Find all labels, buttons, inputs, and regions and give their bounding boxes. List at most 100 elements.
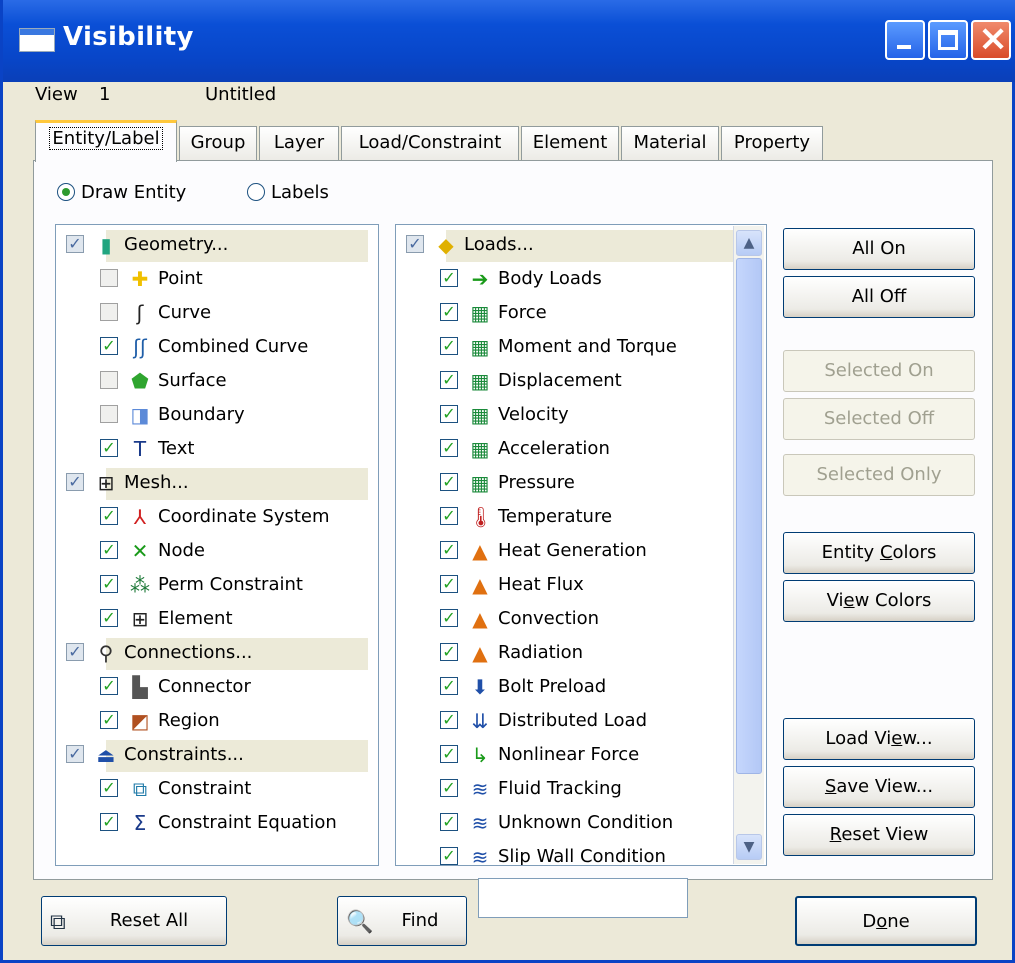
view-colors-button[interactable]: View Colors (783, 580, 975, 622)
reset-view-button[interactable]: Reset View (783, 814, 975, 856)
all-on-button[interactable]: All On (783, 228, 975, 270)
checkbox[interactable]: ✓ (440, 405, 458, 423)
checkbox[interactable]: ✓ (440, 473, 458, 491)
maximize-button[interactable] (928, 20, 968, 60)
entity-item[interactable]: ✓ ⊞ Element (56, 603, 378, 637)
minimize-button[interactable] (885, 20, 925, 60)
checkbox[interactable] (100, 405, 118, 423)
entity-item[interactable]: ✓ ⧉ Constraint (56, 773, 378, 807)
load-item[interactable]: ✓ ⇊ Distributed Load (396, 705, 766, 739)
tab-element[interactable]: Element (521, 126, 619, 160)
scroll-thumb[interactable] (736, 258, 762, 774)
tab-load-constraint[interactable]: Load/Constraint (341, 126, 519, 160)
checkbox[interactable]: ✓ (440, 677, 458, 695)
checkbox[interactable]: ✓ (100, 541, 118, 559)
checkbox[interactable]: ✓ (440, 303, 458, 321)
selected-off-button[interactable]: Selected Off (783, 398, 975, 440)
tab-property[interactable]: Property (721, 126, 823, 160)
checkbox[interactable]: ✓ (100, 507, 118, 525)
checkbox[interactable]: ✓ (100, 813, 118, 831)
load-item[interactable]: ✓ ▦ Displacement (396, 365, 766, 399)
load-item[interactable]: ✓ ▦ Moment and Torque (396, 331, 766, 365)
save-view-button[interactable]: Save View... (783, 766, 975, 808)
load-item[interactable]: ✓ ▦ Velocity (396, 399, 766, 433)
load-item[interactable]: ✓ ▲ Radiation (396, 637, 766, 671)
draw-entity-radio[interactable]: Draw Entity (57, 182, 186, 203)
load-item[interactable]: ✓ ⬇ Bolt Preload (396, 671, 766, 705)
checkbox[interactable]: ✓ (100, 779, 118, 797)
loads-scrollbar[interactable]: ▲ ▼ (733, 226, 764, 864)
checkbox[interactable] (100, 303, 118, 321)
find-input[interactable] (478, 878, 688, 918)
checkbox[interactable]: ✓ (100, 677, 118, 695)
load-item[interactable]: ✓ ▦ Acceleration (396, 433, 766, 467)
selected-only-button[interactable]: Selected Only (783, 454, 975, 496)
title-bar[interactable]: Visibility × (3, 0, 1015, 82)
entity-group-header[interactable]: ✓ ⏏ Constraints... (56, 739, 378, 773)
entity-item[interactable]: ✚ Point (56, 263, 378, 297)
tab-entity-label[interactable]: Entity/Label (35, 120, 177, 162)
checkbox[interactable]: ✓ (100, 575, 118, 593)
tab-layer[interactable]: Layer (259, 126, 339, 160)
all-off-button[interactable]: All Off (783, 276, 975, 318)
entity-item[interactable]: ✓ ◩ Region (56, 705, 378, 739)
checkbox[interactable]: ✓ (100, 711, 118, 729)
checkbox[interactable]: ✓ (100, 439, 118, 457)
load-item[interactable]: ✓ ≋ Fluid Tracking (396, 773, 766, 807)
checkbox[interactable]: ✓ (440, 439, 458, 457)
checkbox[interactable]: ✓ (406, 235, 424, 253)
entity-item[interactable]: ✓ ⅄ Coordinate System (56, 501, 378, 535)
reset-all-button[interactable]: ⧉ Reset All (41, 896, 227, 946)
load-item[interactable]: ✓ ➔ Body Loads (396, 263, 766, 297)
checkbox[interactable]: ✓ (100, 609, 118, 627)
checkbox[interactable]: ✓ (440, 711, 458, 729)
checkbox[interactable]: ✓ (440, 541, 458, 559)
load-group-header[interactable]: ✓ ◆ Loads... (396, 229, 766, 263)
checkbox[interactable]: ✓ (440, 575, 458, 593)
entity-item[interactable]: ✓ ʃʃ Combined Curve (56, 331, 378, 365)
checkbox[interactable] (100, 371, 118, 389)
checkbox[interactable]: ✓ (440, 337, 458, 355)
checkbox[interactable]: ✓ (440, 269, 458, 287)
entity-item[interactable]: ⬟ Surface (56, 365, 378, 399)
find-button[interactable]: 🔍 Find (337, 896, 467, 946)
load-item[interactable]: ✓ ▦ Pressure (396, 467, 766, 501)
tab-material[interactable]: Material (621, 126, 719, 160)
load-item[interactable]: ✓ 🌡 Temperature (396, 501, 766, 535)
load-item[interactable]: ✓ ▲ Heat Generation (396, 535, 766, 569)
entity-item[interactable]: ◨ Boundary (56, 399, 378, 433)
checkbox[interactable]: ✓ (440, 507, 458, 525)
entity-colors-button[interactable]: Entity Colors (783, 532, 975, 574)
load-item[interactable]: ✓ ↳ Nonlinear Force (396, 739, 766, 773)
load-item[interactable]: ✓ ▦ Force (396, 297, 766, 331)
entity-group-header[interactable]: ✓ ⚲ Connections... (56, 637, 378, 671)
entity-group-header[interactable]: ✓ ⊞ Mesh... (56, 467, 378, 501)
entity-item[interactable]: ✓ T Text (56, 433, 378, 467)
load-view-button[interactable]: Load View... (783, 718, 975, 760)
entity-item[interactable]: ✓ ✕ Node (56, 535, 378, 569)
checkbox[interactable]: ✓ (66, 745, 84, 763)
load-item[interactable]: ✓ ≋ Unknown Condition (396, 807, 766, 841)
entity-list[interactable]: ✓ ▮ Geometry... ✚ Point ʃ Curve ✓ ʃʃ Combined Cur… (55, 224, 379, 866)
load-item[interactable]: ✓ ▲ Heat Flux (396, 569, 766, 603)
checkbox[interactable]: ✓ (66, 473, 84, 491)
load-item[interactable]: ✓ ≋ Slip Wall Condition (396, 841, 766, 865)
checkbox[interactable]: ✓ (440, 371, 458, 389)
labels-radio[interactable]: Labels (247, 182, 329, 203)
tab-group[interactable]: Group (179, 126, 257, 160)
checkbox[interactable]: ✓ (440, 813, 458, 831)
scroll-up-icon[interactable]: ▲ (736, 230, 762, 256)
load-item[interactable]: ✓ ▲ Convection (396, 603, 766, 637)
checkbox[interactable]: ✓ (440, 847, 458, 865)
checkbox[interactable] (100, 269, 118, 287)
checkbox[interactable]: ✓ (440, 745, 458, 763)
checkbox[interactable]: ✓ (440, 609, 458, 627)
entity-item[interactable]: ʃ Curve (56, 297, 378, 331)
entity-item[interactable]: ✓ ⁂ Perm Constraint (56, 569, 378, 603)
entity-group-header[interactable]: ✓ ▮ Geometry... (56, 229, 378, 263)
entity-item[interactable]: ✓ ▙ Connector (56, 671, 378, 705)
loads-list[interactable]: ✓ ◆ Loads... ✓ ➔ Body Loads ✓ ▦ Force ✓ ▦ Moment an… (395, 224, 767, 866)
selected-on-button[interactable]: Selected On (783, 350, 975, 392)
close-button[interactable]: × (971, 18, 1011, 60)
checkbox[interactable]: ✓ (440, 643, 458, 661)
